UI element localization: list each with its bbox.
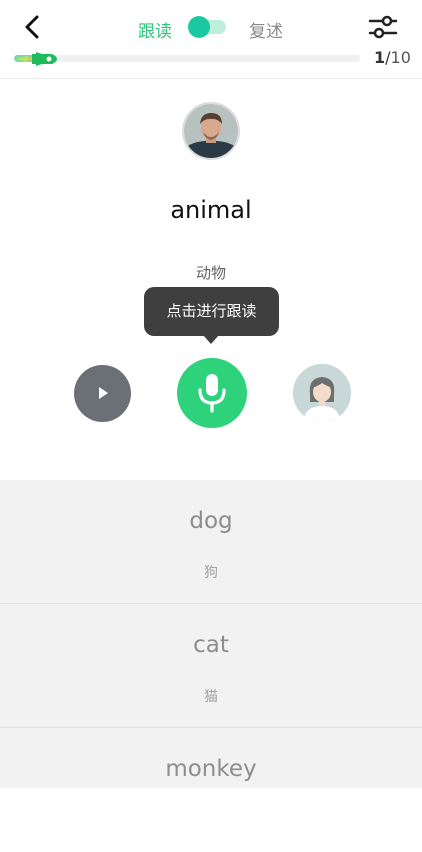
list-item[interactable]: monkey — [0, 728, 422, 852]
list-item-meaning: 猫 — [204, 689, 218, 705]
microphone-icon — [198, 374, 226, 413]
current-word: animal — [170, 196, 252, 224]
mode-toggle[interactable] — [188, 16, 226, 38]
progress-current: 1 — [374, 48, 386, 67]
record-button[interactable] — [177, 358, 247, 428]
play-icon — [99, 387, 108, 399]
list-item[interactable]: dog 狗 — [0, 480, 422, 604]
current-word-meaning: 动物 — [195, 264, 226, 282]
header: 跟读 复述 1/10 — [0, 0, 422, 79]
progress-bar — [14, 51, 360, 66]
settings-sliders-icon[interactable] — [367, 12, 399, 42]
progress-counter: 1/10 — [374, 48, 411, 67]
mode-retell-tab[interactable]: 复述 — [249, 17, 283, 42]
mode-follow-tab[interactable]: 跟读 — [138, 17, 172, 42]
toggle-knob — [188, 16, 210, 38]
list-item-meaning: 狗 — [204, 565, 218, 581]
list-item-word: cat — [193, 632, 229, 658]
list-item-word: dog — [189, 508, 233, 534]
record-tooltip: 点击进行跟读 — [144, 287, 279, 336]
rocket-icon — [16, 52, 57, 66]
word-list: dog 狗 cat 猫 monkey — [0, 480, 422, 788]
progress-track — [14, 55, 360, 62]
user-avatar-icon — [293, 364, 351, 422]
back-icon[interactable] — [18, 12, 48, 42]
teacher-avatar — [182, 102, 240, 160]
list-item-word: monkey — [165, 756, 257, 782]
progress-total: 10 — [390, 48, 411, 67]
list-item[interactable]: cat 猫 — [0, 604, 422, 728]
tooltip-arrow — [203, 335, 219, 344]
play-button[interactable] — [74, 365, 131, 422]
my-recording-button[interactable] — [293, 364, 351, 422]
